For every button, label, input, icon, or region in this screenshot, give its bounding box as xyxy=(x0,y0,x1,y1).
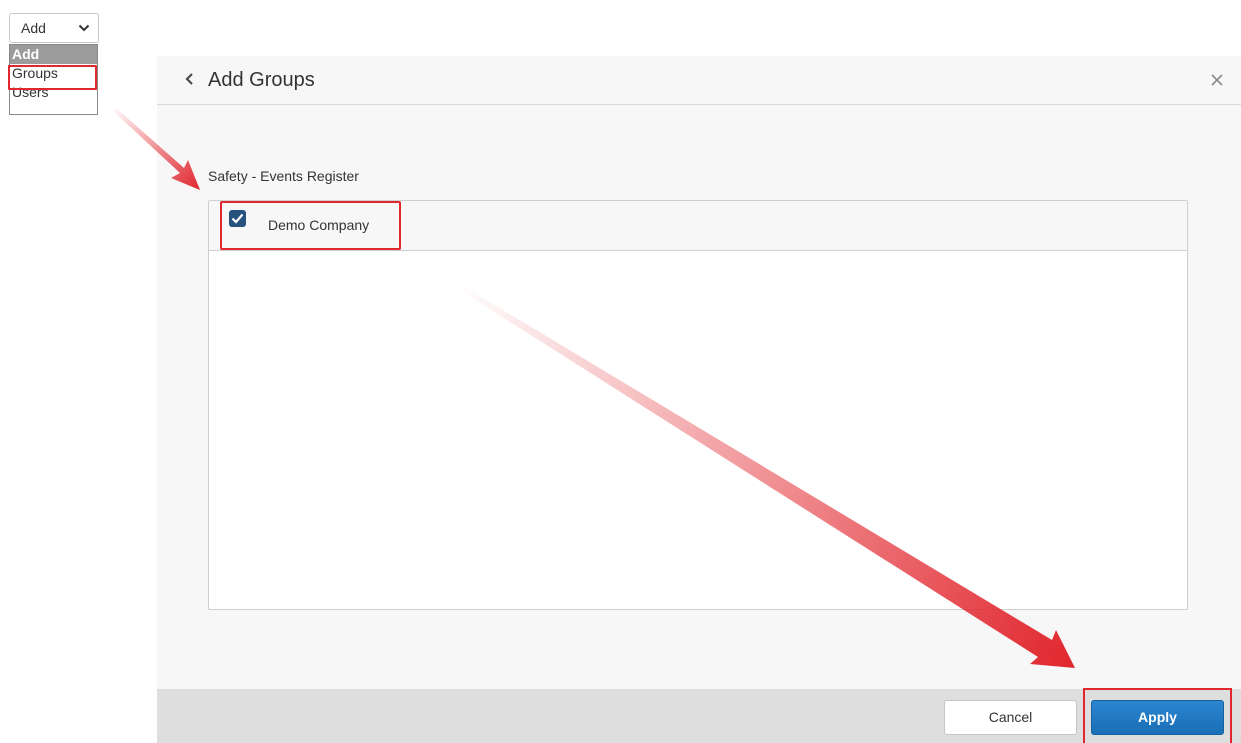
demo-company-checkbox[interactable] xyxy=(229,210,246,227)
section-label: Safety - Events Register xyxy=(208,168,359,184)
list-item-label: Demo Company xyxy=(268,217,370,233)
close-icon[interactable] xyxy=(1210,73,1224,87)
check-icon xyxy=(231,213,244,224)
chevron-down-icon xyxy=(78,24,90,32)
add-dropdown-label: Add xyxy=(21,20,46,36)
add-dropdown[interactable]: Add xyxy=(9,13,99,43)
dropdown-option-users[interactable]: Users xyxy=(10,83,97,102)
apply-button[interactable]: Apply xyxy=(1091,700,1224,735)
list-item[interactable]: Demo Company xyxy=(209,201,1187,251)
dropdown-option-groups[interactable]: Groups xyxy=(10,64,97,83)
add-dropdown-options: Add Groups Users xyxy=(9,44,98,115)
back-chevron-icon[interactable] xyxy=(183,72,197,86)
modal-header: Add Groups xyxy=(157,56,1241,105)
modal-title: Add Groups xyxy=(208,69,315,91)
cancel-button[interactable]: Cancel xyxy=(944,700,1077,735)
groups-list: Demo Company xyxy=(208,200,1188,610)
add-groups-modal: Add Groups Safety - Events Register Demo… xyxy=(157,56,1241,743)
dropdown-option-add[interactable]: Add xyxy=(10,45,97,64)
modal-footer: Cancel Apply xyxy=(157,689,1241,743)
